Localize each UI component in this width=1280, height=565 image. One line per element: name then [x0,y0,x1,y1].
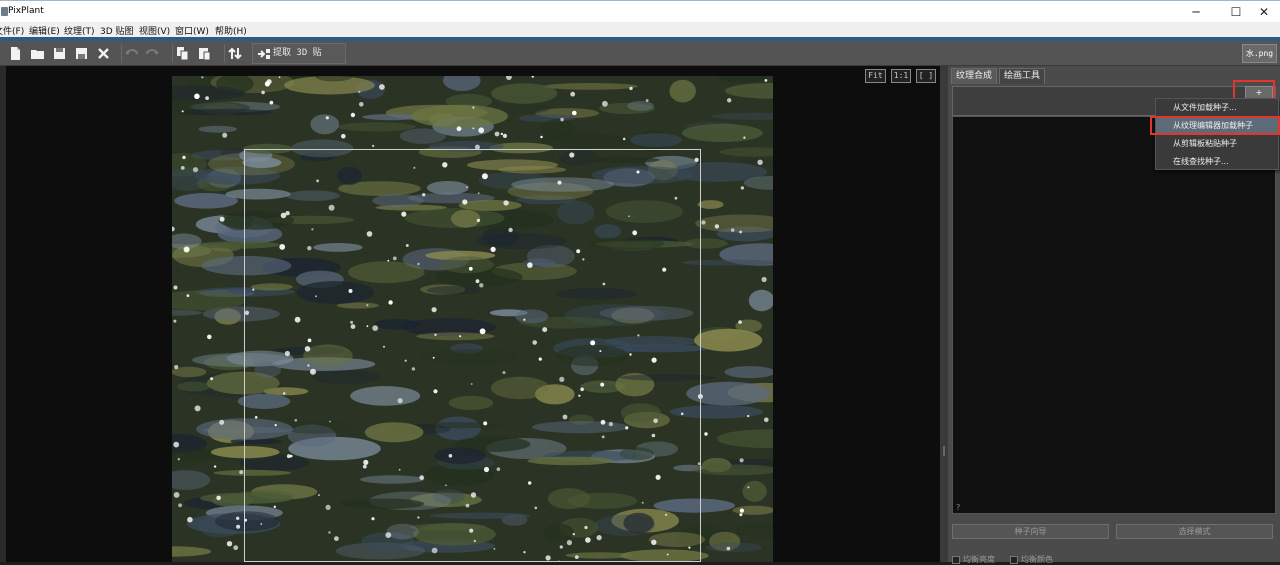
title-bar: PixPlant ─ ☐ ✕ [0,0,1280,22]
menu-file[interactable]: 文件(F) [0,24,24,37]
extract-3d-maps-button[interactable]: 提取 3D 贴图... [252,43,346,77]
menu-window[interactable]: 窗口(W) [175,24,209,37]
seed-wizard-button[interactable]: 种子向导 [952,524,1109,539]
checkbox-label: 均衡亮度 [963,555,995,564]
menu-edit[interactable]: 编辑(E) [29,24,60,37]
menu-texture[interactable]: 纹理(T) [64,24,95,37]
new-file-icon[interactable] [6,44,25,63]
toolbar: 提取 3D 贴图... [0,41,1280,77]
balance-color-checkbox[interactable]: 均衡颜色 [1010,554,1053,564]
minimize-button[interactable]: ─ [1176,2,1216,22]
close-window-button[interactable]: ✕ [1244,2,1280,22]
menu-find-seed-online[interactable]: 在线查找种子... [1156,153,1278,171]
undo-icon[interactable] [121,44,140,63]
menu-help[interactable]: 帮助(H) [215,24,247,37]
zoom-fit-button[interactable]: Fit [865,69,886,83]
save-icon[interactable] [50,44,69,63]
window-title: PixPlant [8,6,44,16]
open-folder-icon[interactable] [28,44,47,63]
menu-load-seed-from-file[interactable]: 从文件加载种子... [1156,99,1278,117]
paste-icon[interactable] [195,44,214,63]
select-mode-button[interactable]: 选择模式 [1116,524,1273,539]
splitter-grip [943,446,945,456]
checkbox-box [1010,555,1018,564]
menu-bar: 文件(F) 编辑(E) 纹理(T) 3D 贴图 视图(V) 窗口(W) 帮助(H… [0,22,1280,37]
save-as-icon[interactable] [72,44,91,63]
zoom-1-1-button[interactable]: 1:1 [891,69,911,83]
copy-icon[interactable] [172,44,191,63]
help-icon[interactable]: ? [956,503,960,512]
app-icon [1,7,8,16]
seed-list-area[interactable] [952,116,1276,514]
menu-view[interactable]: 视图(V) [139,24,170,37]
redo-icon[interactable] [143,44,162,63]
tab-texture-synthesis[interactable]: 纹理合成 [951,68,998,84]
zoom-frame-button[interactable]: [ ] [916,69,936,83]
file-name-chip[interactable]: 水.png [1242,44,1277,63]
panel-splitter[interactable] [940,66,948,562]
swap-icon[interactable] [224,44,243,63]
menu-paste-seed-from-clipboard[interactable]: 从剪辑板粘贴种子 [1156,135,1278,153]
menu-3d-maps[interactable]: 3D 贴图 [100,24,134,37]
extract-3d-icon [258,49,270,59]
balance-brightness-checkbox[interactable]: 均衡亮度 [952,554,995,564]
checkbox-label: 均衡颜色 [1021,555,1053,564]
tab-paint-tools[interactable]: 绘画工具 [999,68,1046,84]
menu-item-highlight-box [1150,116,1280,135]
close-icon[interactable] [94,44,113,63]
texture-tile-frame [244,149,701,562]
checkbox-box [952,555,960,564]
